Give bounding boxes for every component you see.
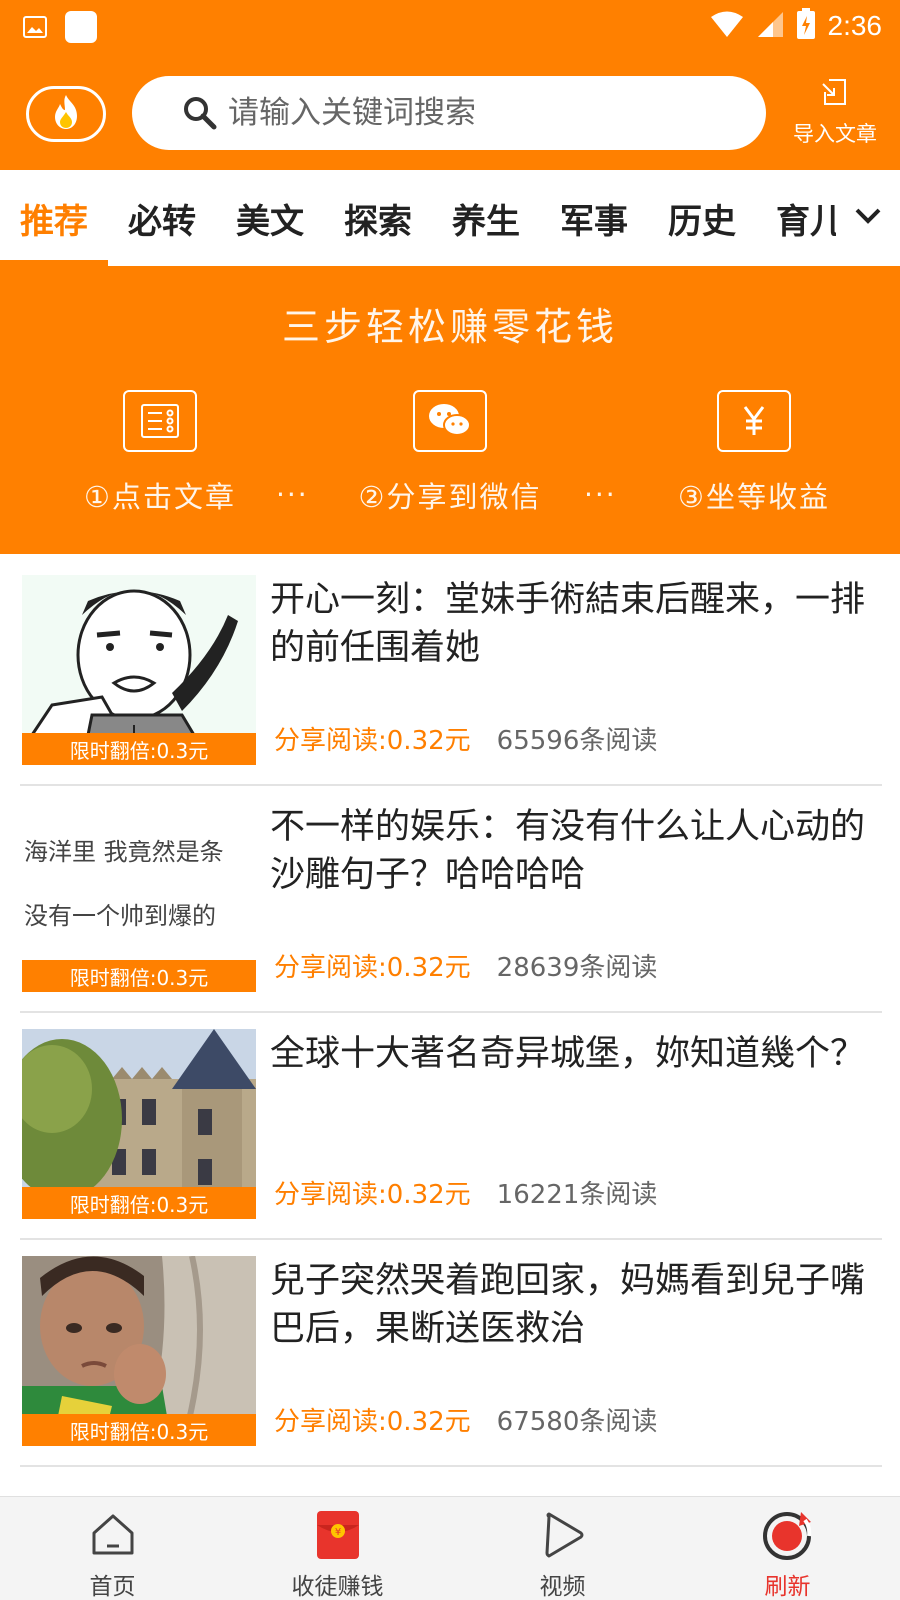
status-time: 2:36 [827, 10, 883, 41]
nav-recruit-earn[interactable]: ¥ 收徒赚钱 [225, 1497, 450, 1600]
status-bar: 2:36 [0, 0, 900, 52]
double-reward-badge: 限时翻倍:0.3元 [22, 733, 256, 765]
double-reward-badge: 限时翻倍:0.3元 [22, 1414, 256, 1446]
import-label: 导入文章 [793, 122, 877, 146]
step-earn-income: ③坐等收益 [654, 390, 854, 516]
handwriting-image: 海洋里 我竟然是条 没有一个帅到爆的 限时翻倍:0.3元 [22, 802, 256, 992]
tab-recommend[interactable]: 推荐 [0, 170, 108, 266]
double-reward-badge: 限时翻倍:0.3元 [22, 1187, 256, 1219]
refresh-icon [761, 1507, 815, 1563]
article-meta: 分享阅读:0.32元 65596条阅读 [274, 720, 657, 757]
home-icon [89, 1507, 137, 1563]
search-box[interactable] [132, 76, 766, 150]
tab-essays[interactable]: 美文 [216, 170, 324, 266]
nav-label: 收徒赚钱 [291, 1574, 384, 1600]
article-meta: 分享阅读:0.32元 67580条阅读 [274, 1401, 657, 1438]
earn-banner[interactable]: 三步轻松赚零花钱 ①点击文章 ··· ②分享到微信 ··· ③坐等收益 [0, 266, 900, 554]
step-label: ③坐等收益 [678, 480, 830, 514]
search-input[interactable] [228, 95, 728, 131]
svg-text:¥: ¥ [334, 1527, 340, 1538]
nav-label: 首页 [89, 1574, 136, 1600]
wifi-icon [710, 10, 744, 42]
app-icon [64, 10, 98, 48]
share-reward: 分享阅读:0.32元 [274, 1180, 471, 1210]
step-separator: ··· [584, 478, 617, 511]
crying-child-image: 限时翻倍:0.3元 [22, 1256, 256, 1446]
logo-button[interactable] [26, 86, 106, 142]
article-item[interactable]: 限时翻倍:0.3元 兒子突然哭着跑回家，妈媽看到兒子嘴巴后，果断送医救治 分享阅… [0, 1235, 900, 1467]
step-share-wechat: ②分享到微信 [350, 390, 550, 516]
read-count: 28639条阅读 [496, 953, 658, 983]
category-tabs: 推荐 必转 美文 探索 养生 军事 历史 育儿 [0, 170, 900, 266]
share-reward: 分享阅读:0.32元 [274, 953, 471, 983]
bottom-nav: 首页 ¥ 收徒赚钱 视频 刷新 [0, 1496, 900, 1600]
chevron-down-icon [854, 206, 882, 230]
divider [20, 1465, 882, 1467]
banner-title: 三步轻松赚零花钱 [281, 305, 618, 349]
article-item[interactable]: 限时翻倍:0.3元 开心一刻：堂妹手術結束后醒来，一排的前任围着她 分享阅读:0… [0, 554, 900, 786]
read-count: 67580条阅读 [496, 1407, 658, 1437]
article-item[interactable]: 限时翻倍:0.3元 全球十大著名奇异城堡，妳知道幾个？ 分享阅读:0.32元 1… [0, 1008, 900, 1240]
share-reward: 分享阅读:0.32元 [274, 1407, 471, 1437]
tab-military[interactable]: 军事 [540, 170, 648, 266]
flame-icon [46, 92, 86, 136]
tab-health[interactable]: 养生 [432, 170, 540, 266]
thumb-text-line: 海洋里 我竟然是条 [24, 838, 224, 866]
tab-parenting[interactable]: 育儿 [756, 170, 836, 266]
import-article-button[interactable]: 导入文章 [780, 76, 890, 156]
tab-must-share[interactable]: 必转 [108, 170, 216, 266]
article-title[interactable]: 不一样的娱乐：有没有什么让人心动的沙雕句子？哈哈哈哈 [270, 803, 882, 899]
article-meta: 分享阅读:0.32元 16221条阅读 [274, 1174, 657, 1211]
article-icon [123, 390, 197, 452]
gallery-icon [22, 14, 48, 44]
article-title[interactable]: 全球十大著名奇异城堡，妳知道幾个？ [270, 1030, 882, 1078]
nav-label: 视频 [539, 1574, 586, 1600]
nav-refresh[interactable]: 刷新 [675, 1497, 900, 1600]
step-click-article: ①点击文章 [60, 390, 260, 516]
battery-charging-icon [796, 8, 816, 44]
import-icon [819, 76, 851, 112]
article-title[interactable]: 开心一刻：堂妹手術結束后醒来，一排的前任围着她 [270, 576, 882, 672]
step-label: ②分享到微信 [358, 480, 542, 514]
nav-video[interactable]: 视频 [450, 1497, 675, 1600]
read-count: 16221条阅读 [496, 1180, 658, 1210]
tab-list: 推荐 必转 美文 探索 养生 军事 历史 育儿 [0, 170, 836, 266]
wechat-icon [413, 390, 487, 452]
app-header: 导入文章 [0, 52, 900, 170]
tab-history[interactable]: 历史 [648, 170, 756, 266]
article-title[interactable]: 兒子突然哭着跑回家，妈媽看到兒子嘴巴后，果断送医救治 [270, 1257, 882, 1353]
double-reward-badge: 限时翻倍:0.3元 [22, 960, 256, 992]
thumb-text-line: 没有一个帅到爆的 [24, 902, 216, 930]
step-label: ①点击文章 [84, 480, 236, 514]
share-reward: 分享阅读:0.32元 [274, 726, 471, 756]
article-item[interactable]: 海洋里 我竟然是条 没有一个帅到爆的 限时翻倍:0.3元 不一样的娱乐：有没有什… [0, 781, 900, 1013]
castle-image: 限时翻倍:0.3元 [22, 1029, 256, 1219]
nav-home[interactable]: 首页 [0, 1497, 225, 1600]
step-separator: ··· [276, 478, 309, 511]
more-tabs-button[interactable] [836, 170, 900, 266]
article-meta: 分享阅读:0.32元 28639条阅读 [274, 947, 657, 984]
play-icon [539, 1507, 587, 1563]
meme-face-image: 限时翻倍:0.3元 [22, 575, 256, 765]
read-count: 65596条阅读 [496, 726, 658, 756]
yuan-icon [717, 390, 791, 452]
nav-label: 刷新 [764, 1574, 811, 1600]
red-envelope-icon: ¥ [314, 1507, 362, 1563]
search-icon [182, 95, 218, 131]
tab-explore[interactable]: 探索 [324, 170, 432, 266]
signal-icon [756, 10, 784, 42]
